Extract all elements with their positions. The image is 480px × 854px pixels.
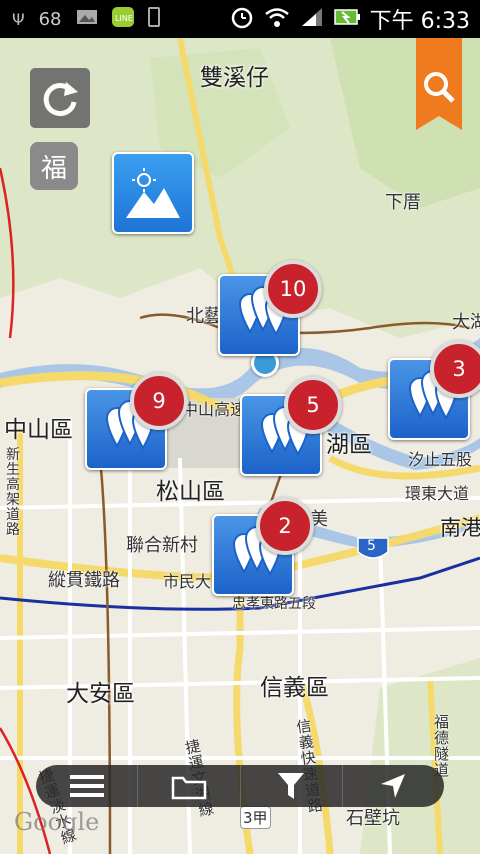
district-neihu: 湖區 xyxy=(326,432,372,458)
road-zhongxiao-e5: 忠孝東路五段 xyxy=(232,596,316,612)
line-app-icon: LINE xyxy=(111,7,134,31)
signal-icon xyxy=(300,6,324,32)
filter-button[interactable] xyxy=(241,765,343,807)
navigate-icon xyxy=(381,774,406,798)
district-daan: 大安區 xyxy=(66,681,135,707)
filter-icon xyxy=(278,773,305,799)
refresh-button[interactable] xyxy=(30,68,90,128)
place-lianhexincun: 聯合新村 xyxy=(126,535,198,556)
landscape-sun-icon xyxy=(126,168,180,218)
fu-label: 福 xyxy=(40,153,67,184)
phone-icon xyxy=(147,7,160,31)
menu-icon xyxy=(69,775,104,797)
usb-icon: Ψ xyxy=(12,9,25,29)
hwy3a-label: 3甲 xyxy=(240,806,271,829)
district-xinyi: 信義區 xyxy=(260,675,329,701)
cluster-count-badge[interactable]: 5 xyxy=(284,376,342,434)
place-dahu: 大湖 xyxy=(452,312,480,333)
navigate-button[interactable] xyxy=(343,765,444,807)
road-huandong: 環東大道 xyxy=(405,484,470,503)
alarm-icon xyxy=(230,5,254,33)
place-beian: 北藝 xyxy=(186,306,222,327)
folder-icon xyxy=(171,776,207,800)
hwy5-label: 5 xyxy=(367,538,376,554)
road-zongguan-rail: 縱貫鐵路 xyxy=(48,570,120,591)
cluster-count-badge[interactable]: 9 xyxy=(130,372,188,430)
district-zhongshan: 中山區 xyxy=(4,417,73,443)
image-icon xyxy=(76,8,98,30)
clock-time: 下午 6:33 xyxy=(369,9,470,34)
folder-button[interactable] xyxy=(138,765,241,807)
cluster-count-badge[interactable]: 10 xyxy=(264,260,322,318)
status-right: 下午 6:33 xyxy=(230,0,470,38)
cluster-count-badge[interactable]: 2 xyxy=(256,497,314,555)
road-xinsheng: 新生高架道路 xyxy=(6,447,20,538)
place-shibikeng: 石壁坑 xyxy=(346,808,400,829)
place-shuangxizai: 雙溪仔 xyxy=(200,65,269,91)
road-zhongshan-hwy: 中山高速 xyxy=(182,400,247,419)
weather-button[interactable] xyxy=(112,152,194,234)
battery-percent: 68 xyxy=(38,8,62,30)
menu-button[interactable] xyxy=(36,765,139,807)
place-xiaping: 下厝 xyxy=(385,192,421,213)
search-icon xyxy=(416,38,462,130)
google-logo: Google xyxy=(14,808,100,836)
svg-text:LINE: LINE xyxy=(115,14,133,23)
fu-badge[interactable]: 福 xyxy=(30,142,78,190)
bottom-toolbar xyxy=(36,765,444,807)
road-xizhi-wugu: 汐止五股 xyxy=(408,450,473,469)
place-nangang: 南港 xyxy=(440,516,480,540)
road-shimin: 市民大 xyxy=(163,572,212,591)
cluster-count-badge[interactable]: 3 xyxy=(430,340,480,398)
district-songshan: 松山區 xyxy=(156,479,225,505)
wifi-icon xyxy=(264,6,290,32)
status-bar: Ψ 68 LINE 下午 6:33 xyxy=(0,0,480,38)
status-left: Ψ 68 LINE xyxy=(0,7,160,31)
battery-icon xyxy=(333,8,360,30)
refresh-icon xyxy=(43,82,78,117)
search-button[interactable] xyxy=(416,38,462,130)
